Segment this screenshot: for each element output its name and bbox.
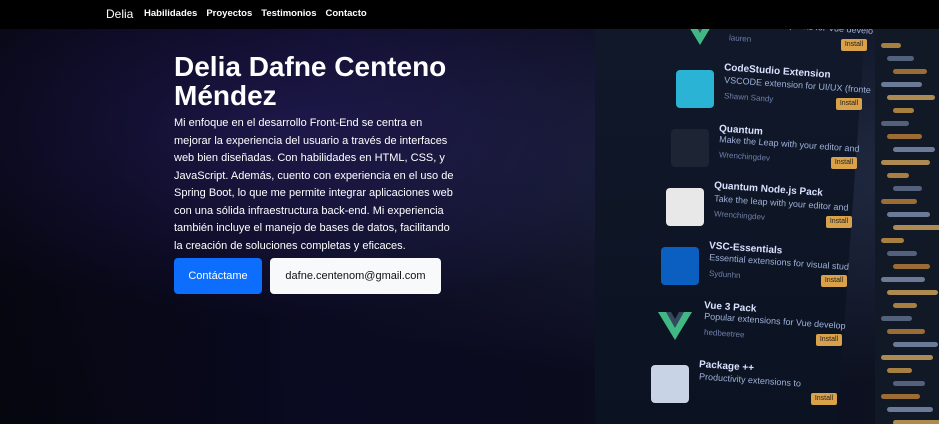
extension-item: CodeStudio Extension VSCODE extension for… [676,62,876,122]
extension-item: Vue 3 Pack Popular extensions for Vue dev… [656,300,856,358]
code-line [893,225,939,230]
code-line [893,147,935,152]
code-line [881,43,901,48]
code-column [875,29,939,424]
extension-line1: Popular extensions for Vue develop [703,311,846,331]
hero-content: Delia Dafne Centeno Méndez Mi enfoque en… [174,52,464,255]
email-button[interactable]: dafne.centenom@gmail.com [270,258,441,294]
code-line [887,251,917,256]
install-button: Install [816,334,842,346]
code-line [881,121,909,126]
code-line [887,95,935,100]
extension-author: hedbeetree [703,327,745,340]
vue-icon [681,29,719,49]
code-line [893,108,914,113]
extension-author: Wrenchingdev [713,209,766,222]
extension-item: VSC-Essentials Essential extensions for v… [661,240,861,299]
install-button: Install [826,216,852,228]
brand[interactable]: Delia [106,7,133,21]
hero-image: best extension packs for Vue develolaure… [595,29,939,424]
code-line [881,316,912,321]
install-button: Install [836,98,862,110]
quantum-icon [671,129,709,167]
code-line [881,199,917,204]
nav-link-contacto[interactable]: Contacto [326,8,367,19]
node-icon [666,188,704,226]
page: best extension packs for Vue develolaure… [0,0,939,424]
code-line [887,173,909,178]
extension-item: best extension packs for Vue develolaure… [681,29,881,63]
code-line [887,329,925,334]
code-line [893,186,922,191]
extension-author: Sydunhn [708,268,741,281]
extension-line1: Productivity extensions to [698,371,802,389]
code-line [881,238,904,243]
code-line [881,394,920,399]
vue-icon [656,306,694,344]
code-line [887,134,922,139]
nav-link-proyectos[interactable]: Proyectos [206,8,252,19]
code-line [881,277,925,282]
extension-author: Shawn Sandy [723,91,774,104]
hero-description: Mi enfoque en el desarrollo Front-End se… [174,117,454,252]
navbar: Delia Habilidades Proyectos Testimonios … [0,0,939,29]
hero-buttons: Contáctame dafne.centenom@gmail.com [174,258,441,294]
code-line [893,264,930,269]
code-line [881,355,933,360]
extension-author: lauren [728,33,752,44]
code-line [887,290,938,295]
code-line [887,212,930,217]
code-line [893,69,927,74]
extension-item: Package ++ Productivity extensions to Inst… [651,359,851,417]
install-button: Install [811,393,837,405]
package-icon [651,365,689,403]
code-line [893,342,938,347]
code-line [887,56,914,61]
nav-links: Habilidades Proyectos Testimonios Contac… [144,8,367,19]
extension-item: Quantum Make the Leap with your editor an… [671,123,871,181]
code-line [887,368,912,373]
install-button: Install [831,157,857,169]
codestudio-icon [676,70,714,108]
install-button: Install [841,39,867,51]
nav-link-testimonios[interactable]: Testimonios [261,8,316,19]
page-title: Delia Dafne Centeno Méndez [174,51,447,111]
code-line [881,160,930,165]
code-line [881,82,922,87]
extension-item: Quantum Node.js Pack Take the leap with y… [666,180,866,240]
code-line [893,303,917,308]
install-button: Install [821,275,847,287]
nav-link-habilidades[interactable]: Habilidades [144,8,197,19]
contact-button[interactable]: Contáctame [174,258,262,294]
extension-author: Wrenchingdev [718,150,771,163]
vscode-icon [661,247,699,285]
code-line [887,407,933,412]
code-line [893,381,925,386]
code-line [893,420,939,424]
